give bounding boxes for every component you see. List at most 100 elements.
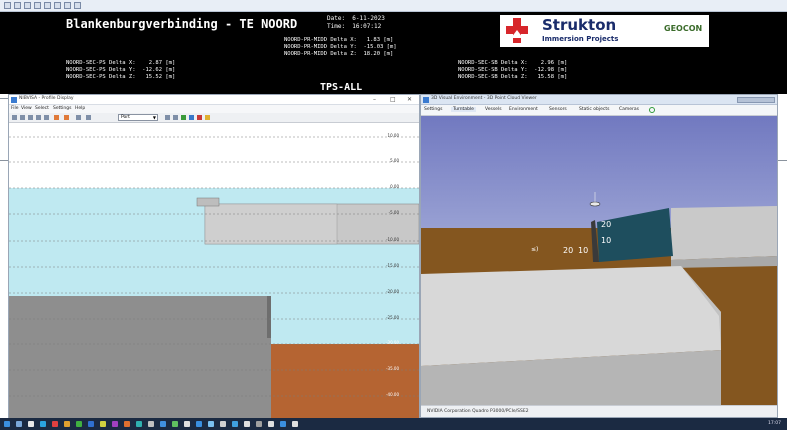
toolbar-icon[interactable] bbox=[86, 115, 91, 120]
toolbar-icon[interactable] bbox=[189, 115, 194, 120]
depth-label: 5.00 bbox=[390, 158, 399, 163]
toolbar-icon[interactable] bbox=[14, 2, 21, 9]
toolbar-icon[interactable] bbox=[64, 2, 71, 9]
window-app-icon bbox=[423, 97, 429, 103]
window-controls[interactable] bbox=[737, 97, 775, 103]
depth-label: 0.00 bbox=[390, 184, 399, 189]
clock[interactable]: 17:07 bbox=[768, 421, 781, 426]
depth-label: 10.00 bbox=[387, 133, 399, 138]
top-toolbar bbox=[0, 0, 787, 12]
taskbar-icon[interactable] bbox=[172, 421, 178, 427]
tab-settings[interactable]: Settings bbox=[424, 107, 442, 112]
distance-label-mid: 10 bbox=[601, 236, 612, 245]
toolbar-icon[interactable] bbox=[54, 2, 61, 9]
taskbar-icon[interactable] bbox=[268, 421, 274, 427]
tab-cameras[interactable]: Cameras bbox=[619, 107, 639, 112]
quay-wall-edge bbox=[267, 296, 271, 338]
toolbar-icon[interactable] bbox=[205, 115, 210, 120]
taskbar-icon[interactable] bbox=[52, 421, 58, 427]
toolbar-icon[interactable] bbox=[76, 115, 81, 120]
taskbar-icon[interactable] bbox=[292, 421, 298, 427]
toolbar-icon[interactable] bbox=[12, 115, 17, 120]
taskbar-icon[interactable] bbox=[76, 421, 82, 427]
toolbar-icon[interactable] bbox=[74, 2, 81, 9]
quay-wall bbox=[9, 296, 271, 418]
toolbar-icon[interactable] bbox=[64, 115, 69, 120]
3d-scene[interactable]: 20 10 ≤) 20 10 bbox=[421, 116, 777, 406]
minimize-icon[interactable]: – bbox=[373, 96, 376, 103]
toolbar-icon[interactable] bbox=[34, 2, 41, 9]
taskbar-icon[interactable] bbox=[244, 421, 250, 427]
profile-toolbar: Port ▼ bbox=[9, 113, 419, 123]
menu-file[interactable]: File bbox=[11, 106, 19, 111]
menu-select[interactable]: Select bbox=[35, 106, 49, 111]
taskbar-icon[interactable] bbox=[196, 421, 202, 427]
window-titlebar[interactable]: 3D Visual Environment - 3D Point Cloud V… bbox=[421, 95, 777, 105]
air-region bbox=[9, 124, 419, 188]
geocon-logo: GEOCON bbox=[664, 24, 703, 33]
3d-viewer-window[interactable]: 3D Visual Environment - 3D Point Cloud V… bbox=[420, 94, 778, 418]
tab-environment[interactable]: Environment bbox=[509, 107, 538, 112]
taskbar-icon[interactable] bbox=[232, 421, 238, 427]
chevron-down-icon: ▼ bbox=[152, 115, 156, 120]
tunnel-segment bbox=[204, 203, 338, 245]
app-icon[interactable] bbox=[4, 2, 11, 9]
port-select[interactable]: Port ▼ bbox=[118, 114, 158, 121]
taskbar-icon[interactable] bbox=[64, 421, 70, 427]
depth-label: -10.00 bbox=[386, 237, 399, 242]
window-title: 3D Visual Environment - 3D Point Cloud V… bbox=[431, 96, 537, 101]
distance-label-b: 10 bbox=[578, 246, 589, 255]
toolbar-icon[interactable] bbox=[44, 2, 51, 9]
seabed-region bbox=[271, 344, 419, 418]
refresh-icon[interactable] bbox=[649, 107, 655, 113]
toolbar-icon[interactable] bbox=[197, 115, 202, 120]
midd-delta-z: NOORD-PR-MIDD Delta Z: 18.20 [m] bbox=[284, 51, 394, 57]
ps-delta-z: NOORD-SEC-PS Delta Z: 15.52 [m] bbox=[66, 74, 176, 80]
taskbar-icon[interactable] bbox=[28, 421, 34, 427]
toolbar-icon[interactable] bbox=[24, 2, 31, 9]
start-icon[interactable] bbox=[4, 421, 10, 427]
close-icon[interactable]: ✕ bbox=[407, 96, 412, 103]
taskbar-icon[interactable] bbox=[136, 421, 142, 427]
menu-settings[interactable]: Settings bbox=[53, 106, 71, 111]
tab-turntable[interactable]: Turntable bbox=[451, 107, 476, 112]
tab-static-objects[interactable]: Static objects bbox=[579, 107, 610, 112]
profile-plot[interactable]: 10.00 5.00 0.00 -5.00 -10.00 -15.00 -20.… bbox=[9, 124, 419, 418]
toolbar-icon[interactable] bbox=[20, 115, 25, 120]
maximize-icon[interactable]: □ bbox=[390, 96, 396, 103]
tab-vessels[interactable]: Vessels bbox=[485, 107, 502, 112]
toolbar-icon[interactable] bbox=[181, 115, 186, 120]
taskbar-icon[interactable] bbox=[124, 421, 130, 427]
strukton-cross-icon bbox=[506, 18, 528, 43]
toolbar-icon[interactable] bbox=[44, 115, 49, 120]
taskbar-icon[interactable] bbox=[100, 421, 106, 427]
toolbar-icon[interactable] bbox=[28, 115, 33, 120]
toolbar-icon[interactable] bbox=[54, 115, 59, 120]
window-titlebar[interactable]: NIBVISA - Profile Display – □ ✕ bbox=[9, 95, 419, 105]
taskbar-icon[interactable] bbox=[40, 421, 46, 427]
taskbar-icon[interactable] bbox=[112, 421, 118, 427]
taskbar-icon[interactable] bbox=[208, 421, 214, 427]
taskbar-icon[interactable] bbox=[184, 421, 190, 427]
tps-label: TPS-ALL bbox=[320, 82, 363, 93]
menu-help[interactable]: Help bbox=[75, 106, 85, 111]
taskbar-icon[interactable] bbox=[88, 421, 94, 427]
menu-view[interactable]: View bbox=[21, 106, 32, 111]
toolbar-icon[interactable] bbox=[36, 115, 41, 120]
logo-name: Strukton bbox=[542, 16, 617, 34]
taskbar-icon[interactable] bbox=[256, 421, 262, 427]
taskbar-icon[interactable] bbox=[220, 421, 226, 427]
taskbar-icon[interactable] bbox=[160, 421, 166, 427]
taskbar-icon[interactable] bbox=[148, 421, 154, 427]
logo-subtitle: Immersion Projects bbox=[542, 35, 619, 43]
distance-label-top: 20 bbox=[601, 220, 612, 229]
toolbar-icon[interactable] bbox=[173, 115, 178, 120]
toolbar-icon[interactable] bbox=[165, 115, 170, 120]
tab-sensors[interactable]: Sensors bbox=[549, 107, 567, 112]
tunnel-top-structure bbox=[196, 197, 220, 207]
marker-bracket-icon: ≤) bbox=[531, 246, 539, 253]
taskbar-icon[interactable] bbox=[16, 421, 22, 427]
taskbar-icon[interactable] bbox=[280, 421, 286, 427]
profile-display-window[interactable]: NIBVISA - Profile Display – □ ✕ File Vie… bbox=[8, 94, 420, 418]
sb-delta-y: NOORD-SEC-SB Delta Y: -12.98 [m] bbox=[458, 67, 568, 73]
